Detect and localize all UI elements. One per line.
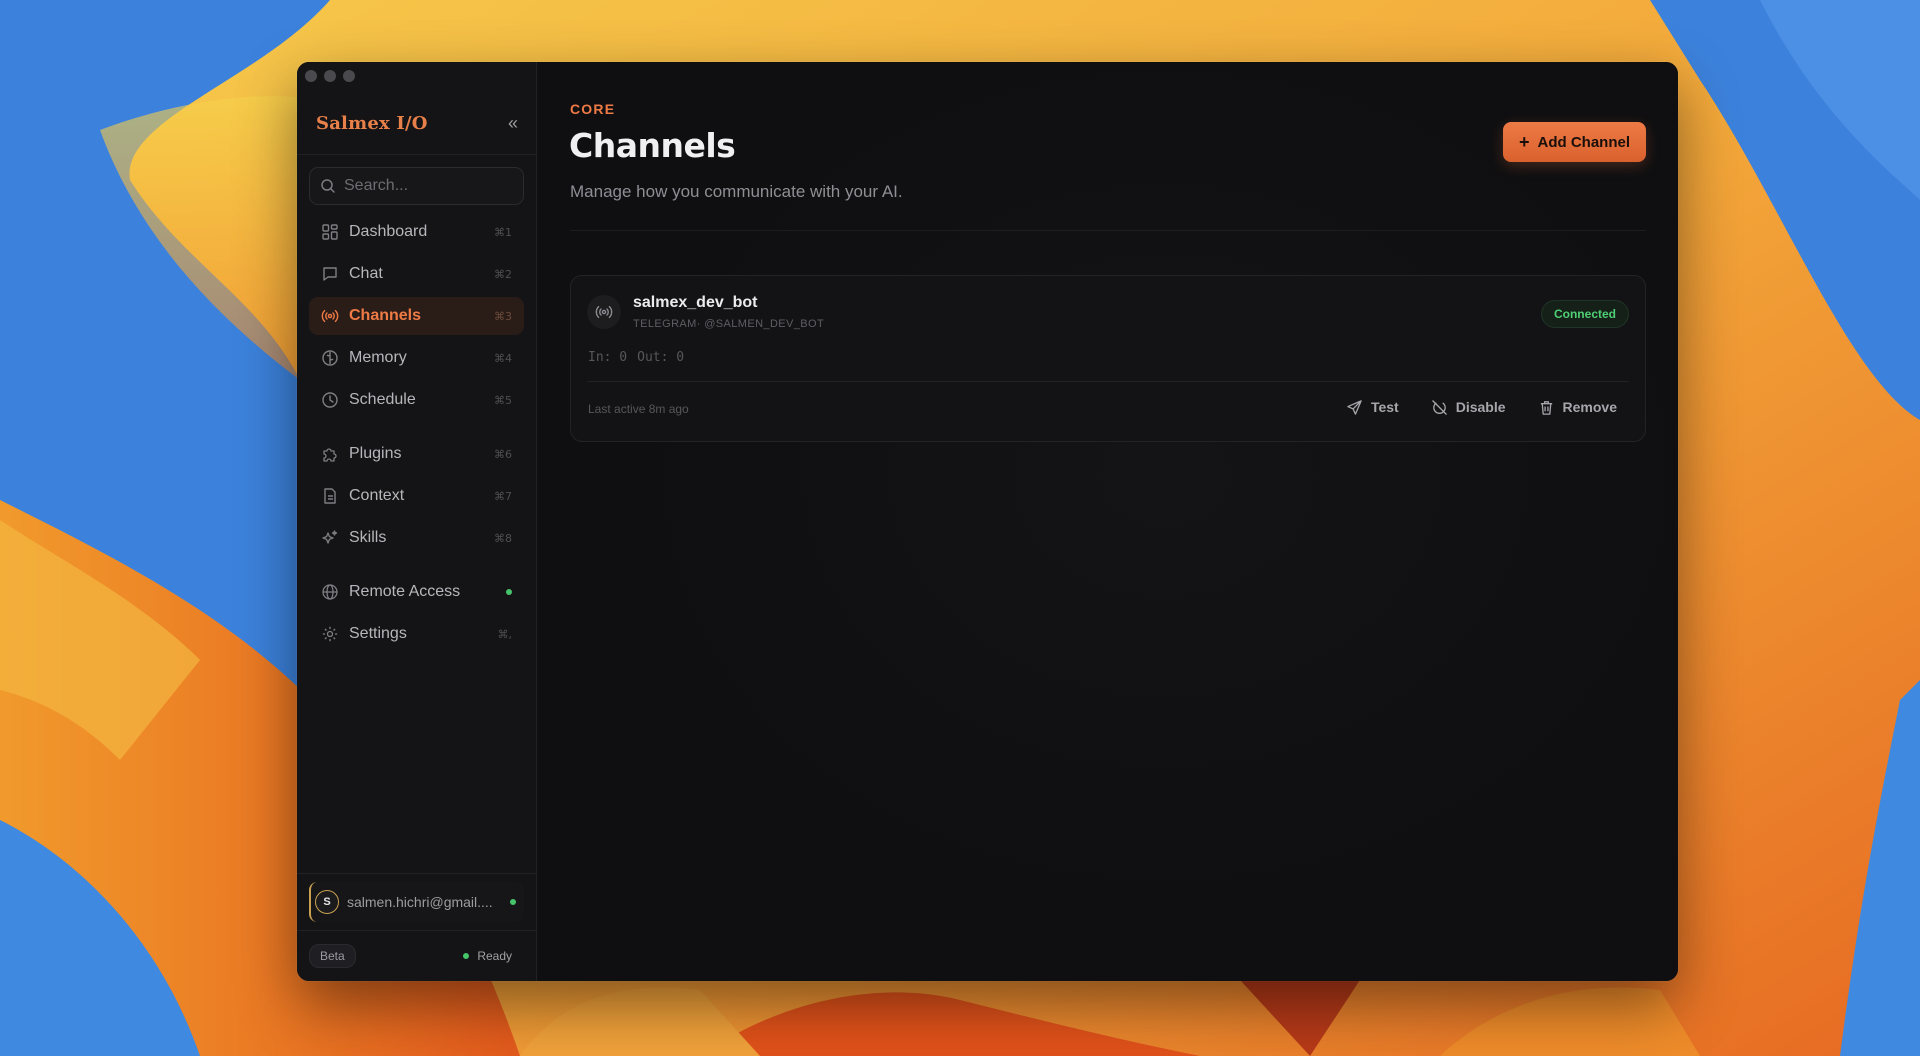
disable-label: Disable <box>1455 399 1506 415</box>
ready-status-dot <box>463 953 470 959</box>
section-eyebrow: CORE <box>570 101 616 117</box>
sidebar-item-label: Channels <box>349 307 422 324</box>
sidebar-item-label: Schedule <box>349 391 416 408</box>
channel-info: salmex_dev_bot TELEGRAM· @SALMEN_DEV_BOT <box>633 294 824 330</box>
sidebar-item-settings[interactable]: Settings ⌘, <box>309 615 524 653</box>
app-brand: Salmex I/O <box>316 112 428 134</box>
nav-group-extensions: Plugins ⌘6 Context ⌘7 Skills ⌘8 <box>309 435 524 557</box>
status-bar: Beta Ready <box>297 931 536 981</box>
sidebar-item-shortcut: ⌘6 <box>494 447 512 461</box>
sidebar-item-label: Memory <box>349 349 407 366</box>
search-icon <box>321 179 335 193</box>
globe-icon <box>322 584 338 600</box>
gear-icon <box>322 626 338 642</box>
power-off-icon <box>1431 399 1447 415</box>
sidebar-item-shortcut: ⌘7 <box>494 489 512 503</box>
last-active: Last active 8m ago <box>588 402 689 416</box>
sidebar-item-label: Skills <box>349 529 387 546</box>
sparkles-icon <box>322 530 338 544</box>
sidebar-item-shortcut: ⌘3 <box>494 309 512 323</box>
minimize-window-button[interactable] <box>324 70 336 82</box>
grid-icon <box>322 224 338 240</box>
brain-icon <box>322 350 338 366</box>
sidebar-divider <box>297 873 536 874</box>
test-label: Test <box>1370 399 1399 415</box>
card-divider <box>587 381 1629 382</box>
sidebar-item-label: Plugins <box>349 445 402 462</box>
clock-icon <box>322 392 338 408</box>
status-badge: Connected <box>1540 300 1629 328</box>
sidebar-item-remote-access[interactable]: Remote Access <box>309 573 524 611</box>
main-content: CORE Channels Manage how you communicate… <box>537 62 1678 981</box>
app-window: Salmex I/O « ⌘K Dashboard ⌘1 Chat <box>297 62 1678 981</box>
sidebar-item-context[interactable]: Context ⌘7 <box>309 477 524 515</box>
maximize-window-button[interactable] <box>343 70 355 82</box>
sidebar: Salmex I/O « ⌘K Dashboard ⌘1 Chat <box>297 62 590 981</box>
sidebar-item-chat[interactable]: Chat ⌘2 <box>309 255 524 293</box>
window-controls <box>305 70 355 82</box>
trash-icon <box>1540 400 1552 415</box>
brand-row: Salmex I/O « <box>297 92 536 154</box>
sidebar-item-shortcut: ⌘4 <box>494 351 512 365</box>
nav-group-main: Dashboard ⌘1 Chat ⌘2 Channels ⌘3 Memory … <box>309 213 524 419</box>
ready-status-label: Ready <box>477 949 512 963</box>
header-divider <box>570 230 1646 231</box>
close-window-button[interactable] <box>305 70 317 82</box>
sidebar-item-dashboard[interactable]: Dashboard ⌘1 <box>309 213 524 251</box>
sidebar-item-label: Remote Access <box>349 583 461 600</box>
disable-button[interactable]: Disable <box>1421 390 1516 424</box>
sidebar-item-shortcut: ⌘2 <box>494 267 512 281</box>
channel-meta: TELEGRAM· @SALMEN_DEV_BOT <box>633 318 825 330</box>
avatar: S <box>315 890 339 914</box>
channel-actions: Test Disable Remove <box>1336 390 1627 424</box>
stat-in: In: 0 <box>588 350 628 365</box>
test-button[interactable]: Test <box>1336 390 1409 424</box>
remove-button[interactable]: Remove <box>1528 390 1627 424</box>
sidebar-item-label: Chat <box>349 265 383 282</box>
document-icon <box>324 488 336 504</box>
send-icon <box>1347 399 1362 415</box>
sidebar-divider <box>297 154 536 155</box>
channel-name: salmex_dev_bot <box>633 294 758 311</box>
beta-badge: Beta <box>309 944 356 968</box>
sidebar-nav: Dashboard ⌘1 Chat ⌘2 Channels ⌘3 Memory … <box>297 213 536 653</box>
stat-out: Out: 0 <box>637 350 685 365</box>
channel-header: salmex_dev_bot TELEGRAM· @SALMEN_DEV_BOT <box>587 294 824 330</box>
user-email: salmen.hichri@gmail.... <box>347 894 493 910</box>
nav-group-system: Remote Access Settings ⌘, <box>309 573 524 653</box>
broadcast-icon <box>321 309 339 323</box>
chat-bubble-icon <box>323 267 337 281</box>
sidebar-item-memory[interactable]: Memory ⌘4 <box>309 339 524 377</box>
double-chevron-left-icon[interactable]: « <box>508 114 518 132</box>
sidebar-item-shortcut: ⌘5 <box>494 393 512 407</box>
sidebar-item-label: Context <box>349 487 405 504</box>
search-input[interactable] <box>344 177 551 195</box>
puzzle-icon <box>323 448 337 462</box>
plus-icon: + <box>1518 132 1530 152</box>
sidebar-item-label: Dashboard <box>349 223 428 240</box>
sidebar-item-plugins[interactable]: Plugins ⌘6 <box>309 435 524 473</box>
channel-stats: In: 0 Out: 0 <box>588 350 684 365</box>
sidebar-item-schedule[interactable]: Schedule ⌘5 <box>309 381 524 419</box>
sidebar-footer: S salmen.hichri@gmail.... Beta Ready <box>297 873 536 981</box>
ready-status: Ready <box>463 949 512 963</box>
channel-card: salmex_dev_bot TELEGRAM· @SALMEN_DEV_BOT… <box>570 275 1646 442</box>
add-channel-label: Add Channel <box>1537 133 1631 151</box>
search-box[interactable]: ⌘K <box>309 167 590 205</box>
sidebar-item-label: Settings <box>349 625 407 642</box>
page-title: Channels <box>569 126 736 165</box>
sidebar-item-skills[interactable]: Skills ⌘8 <box>309 519 524 557</box>
sidebar-item-channels[interactable]: Channels ⌘3 <box>309 297 524 335</box>
remote-access-status-dot <box>506 589 512 595</box>
broadcast-icon <box>587 295 621 329</box>
sidebar-item-shortcut: ⌘, <box>497 627 513 641</box>
add-channel-button[interactable]: + Add Channel <box>1502 122 1646 162</box>
sidebar-item-shortcut: ⌘8 <box>494 531 512 545</box>
user-account[interactable]: S salmen.hichri@gmail.... <box>309 882 524 922</box>
user-status-dot <box>510 899 516 905</box>
remove-label: Remove <box>1562 399 1617 415</box>
sidebar-item-shortcut: ⌘1 <box>494 225 512 239</box>
page-subtitle: Manage how you communicate with your AI. <box>570 182 903 201</box>
